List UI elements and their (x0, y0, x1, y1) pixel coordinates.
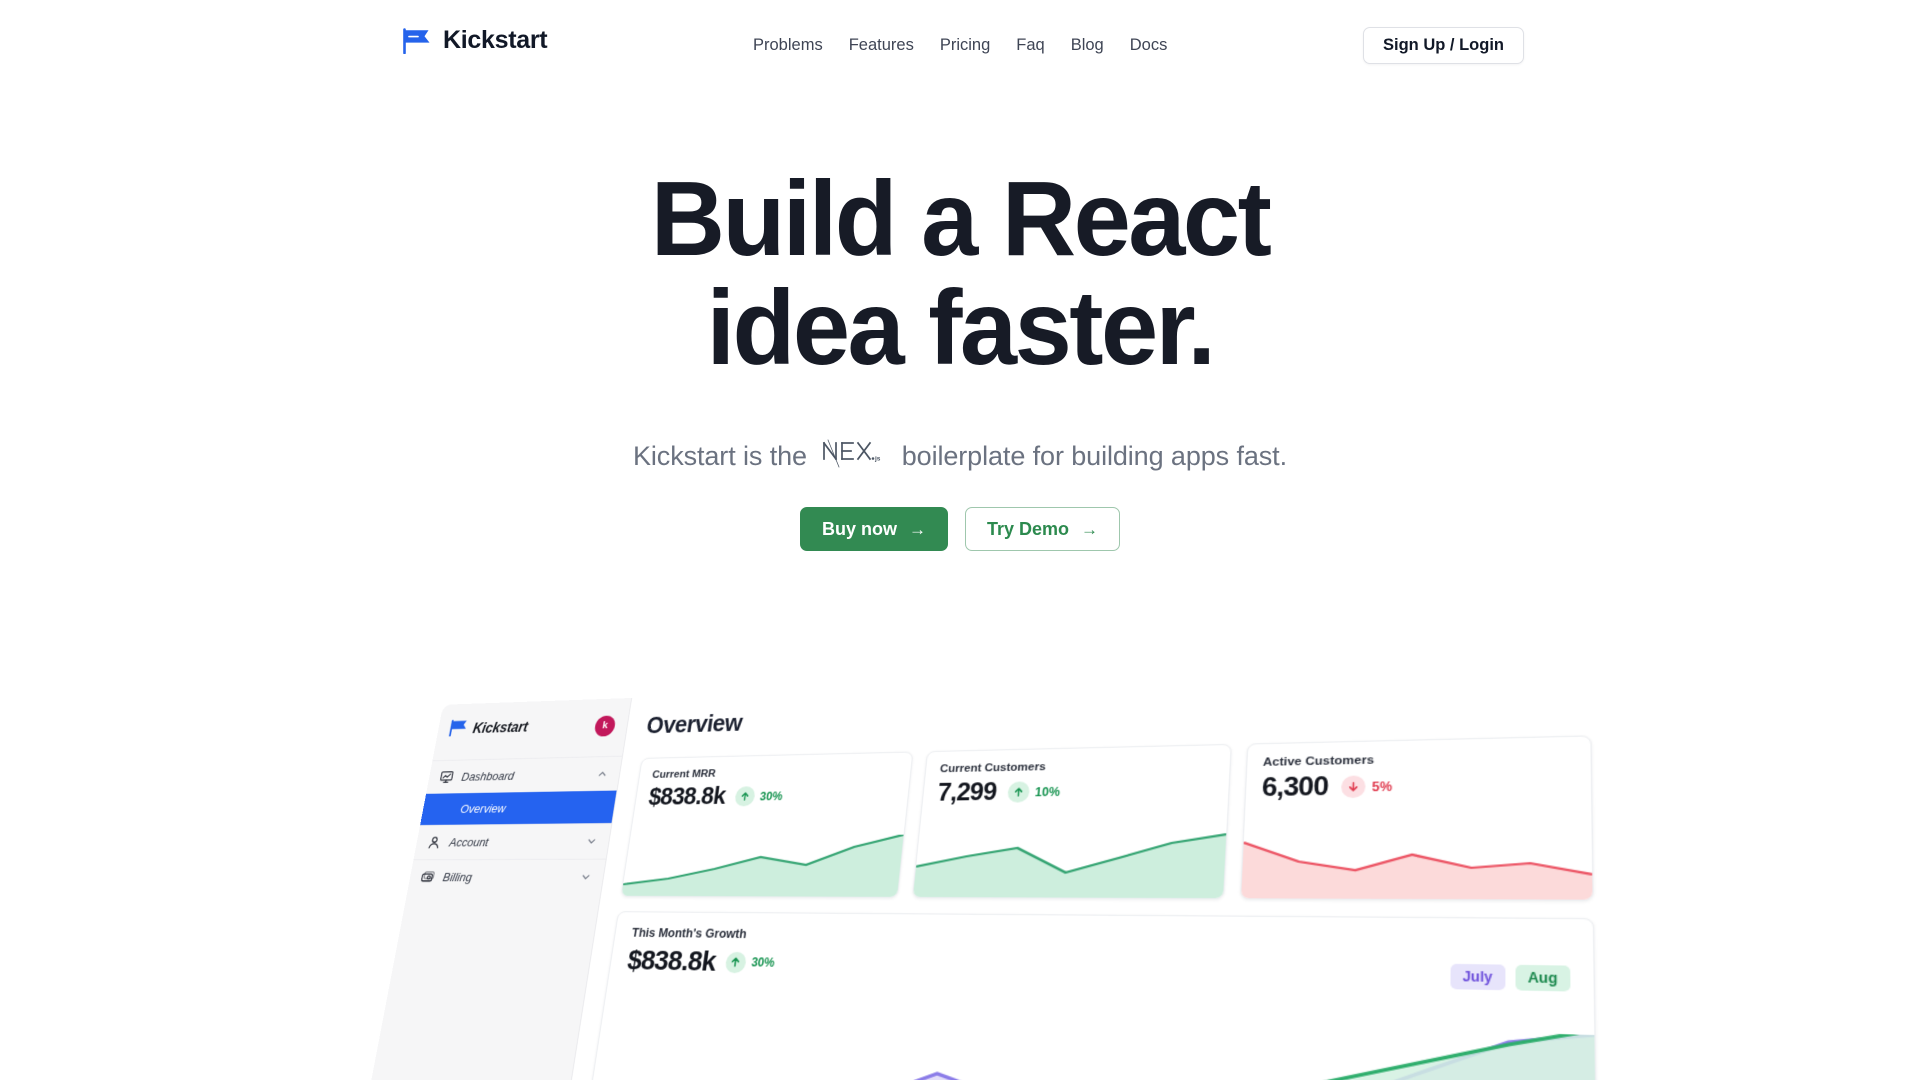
stat-delta: 5% (1371, 778, 1393, 794)
status-badge: 5% (1340, 775, 1393, 799)
flag-icon (447, 719, 469, 740)
arrow-up-icon (733, 786, 756, 807)
hero-title-line2: idea faster. (706, 269, 1216, 388)
sparkline-chart (912, 832, 1226, 899)
stat-delta: 30% (759, 789, 784, 803)
presentation-chart-icon (438, 769, 455, 784)
sidebar-item-label: Account (448, 835, 490, 850)
mock-brand-name: Kickstart (471, 720, 529, 737)
growth-area-chart (585, 1008, 1597, 1080)
nextjs-logo: js (821, 436, 887, 477)
dashboard-mockup: Kickstart k Dashboard Overview Account B… (0, 686, 1920, 1080)
status-badge: 10% (1006, 781, 1061, 803)
hero-subtitle-after: boilerplate for building apps fast. (894, 441, 1287, 472)
growth-label: This Month's Growth (630, 925, 748, 942)
growth-delta: 30% (750, 955, 776, 970)
avatar[interactable]: k (593, 714, 617, 737)
main-nav: Problems Features Pricing Faq Blog Docs (740, 36, 1180, 55)
hero-subtitle-before: Kickstart is the (632, 441, 815, 472)
brand-name: Kickstart (443, 26, 548, 54)
arrow-up-icon (724, 951, 748, 973)
svg-text:js: js (874, 456, 881, 463)
mock-brand[interactable]: Kickstart (447, 717, 529, 740)
signup-login-button[interactable]: Sign Up / Login (1363, 27, 1524, 64)
arrow-right-icon: → (908, 519, 926, 539)
nav-link-blog[interactable]: Blog (1058, 36, 1117, 55)
legend-july[interactable]: July (1449, 963, 1506, 991)
buy-now-button[interactable]: Buy now → (799, 507, 948, 552)
stat-delta: 10% (1034, 784, 1061, 799)
sidebar-item-account[interactable]: Account (413, 822, 612, 860)
try-demo-label: Try Demo (986, 518, 1070, 539)
stat-card-row: Current MRR $838.8k 30% Current Customer… (620, 735, 1594, 901)
dashboard-stage: Kickstart k Dashboard Overview Account B… (342, 686, 1628, 1080)
mock-page-title: Overview (644, 710, 744, 739)
growth-card: This Month's Growth $838.8k 30% July Aug (584, 911, 1598, 1080)
growth-value: $838.8k (625, 944, 718, 977)
site-header: Kickstart Problems Features Pricing Faq … (0, 0, 1920, 92)
flag-icon (402, 27, 432, 54)
sparkline-chart (1241, 829, 1593, 900)
sparkline-chart (621, 834, 904, 897)
nav-link-problems[interactable]: Problems (740, 36, 836, 55)
nav-link-features[interactable]: Features (836, 36, 927, 55)
stat-card-current-mrr: Current MRR $838.8k 30% (620, 751, 914, 898)
sidebar-item-billing[interactable]: Billing (406, 858, 606, 895)
status-badge: 30% (724, 951, 775, 973)
chevron-up-icon (596, 768, 609, 780)
arrow-up-icon (1006, 781, 1030, 803)
try-demo-button[interactable]: Try Demo → (964, 507, 1121, 552)
stat-card-current-customers: Current Customers 7,299 10% (911, 743, 1232, 900)
sidebar-item-label: Billing (441, 870, 474, 885)
cta-row: Buy now → Try Demo → (0, 507, 1920, 552)
hero-subtitle: Kickstart is the js boilerplate for buil… (0, 436, 1920, 477)
chevron-down-icon (585, 835, 598, 847)
arrow-right-icon: → (1081, 519, 1099, 539)
page-title: Build a React idea faster. (29, 164, 1891, 388)
sidebar-subitem-overview[interactable]: Overview (420, 790, 617, 826)
arrow-down-icon (1340, 775, 1366, 799)
stat-value: 7,299 (936, 777, 998, 807)
brand-logo[interactable]: Kickstart (402, 26, 548, 55)
user-icon (426, 835, 443, 850)
stat-label: Current Customers (939, 761, 1047, 776)
buy-now-label: Buy now (821, 518, 897, 539)
hero-title-line1: Build a React (650, 160, 1272, 278)
stat-card-active-customers: Active Customers 6,300 5% (1239, 735, 1594, 901)
nav-link-faq[interactable]: Faq (1003, 36, 1057, 55)
stat-value: $838.8k (646, 782, 727, 811)
stat-label: Active Customers (1262, 754, 1375, 769)
nav-link-pricing[interactable]: Pricing (927, 36, 1003, 55)
mock-sidebar-header: Kickstart k (436, 714, 629, 741)
hero-section: Build a React idea faster. Kickstart is … (0, 92, 1920, 552)
mock-main: Overview Current MRR $838.8k 30% Current… (545, 686, 1628, 1080)
month-legend: July Aug (1449, 934, 1571, 992)
sidebar-item-dashboard[interactable]: Dashboard (426, 755, 623, 794)
nav-link-docs[interactable]: Docs (1117, 36, 1181, 55)
sidebar-item-label: Dashboard (460, 768, 516, 784)
credit-card-icon (419, 869, 436, 885)
chevron-down-icon (579, 871, 592, 883)
stat-label: Current MRR (651, 768, 717, 781)
stat-value: 6,300 (1261, 771, 1329, 803)
legend-aug[interactable]: Aug (1515, 964, 1571, 992)
status-badge: 30% (733, 786, 784, 807)
